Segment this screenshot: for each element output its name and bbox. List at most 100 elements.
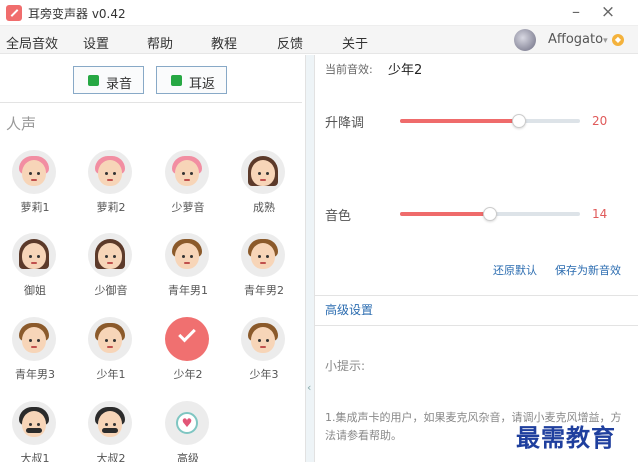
eye	[113, 423, 116, 426]
eye	[29, 172, 32, 175]
current-effect-value: 少年2	[388, 63, 423, 78]
voice-option[interactable]: 青年男3	[0, 317, 70, 387]
user-name[interactable]: Affogato▾	[548, 32, 608, 47]
voice-option-label: 少御音	[94, 284, 128, 297]
voice-option-label: 少年3	[249, 368, 279, 381]
eye	[37, 172, 40, 175]
man-avatar-icon	[165, 233, 209, 277]
face	[251, 327, 275, 353]
voice-option[interactable]: 青年男2	[229, 233, 299, 303]
face	[22, 160, 46, 186]
eye	[266, 255, 269, 258]
voice-option-label: 成熟	[253, 201, 275, 214]
mouth	[31, 179, 37, 181]
eye	[105, 172, 108, 175]
close-icon[interactable]: ×	[598, 2, 618, 22]
eye	[266, 339, 269, 342]
boy-avatar-icon	[241, 317, 285, 361]
menu-help[interactable]: 帮助	[147, 33, 173, 52]
voice-option[interactable]: 少年2	[153, 317, 223, 387]
menu-about[interactable]: 关于	[342, 33, 368, 52]
menu-global-effects[interactable]: 全局音效	[6, 33, 58, 52]
voice-option[interactable]: 萝莉2	[76, 150, 146, 220]
avatar[interactable]	[514, 29, 536, 51]
mouth	[107, 262, 113, 264]
eye	[113, 339, 116, 342]
effect-settings-panel: 当前音效: 少年2 升降调 20 音色 14 还原默认 保存为新音效 高级设置 …	[315, 55, 638, 462]
mouth	[184, 179, 190, 181]
record-button-label: 录音	[106, 77, 133, 92]
man-avatar-icon	[241, 233, 285, 277]
record-button[interactable]: 录音	[73, 66, 144, 94]
eye	[190, 255, 193, 258]
user-name-text: Affogato	[548, 32, 604, 47]
voice-option[interactable]: 御姐	[0, 233, 70, 303]
bearded-man-avatar-icon	[12, 401, 56, 445]
voice-option[interactable]: 青年男1	[153, 233, 223, 303]
face	[22, 327, 46, 353]
reset-default-button[interactable]: 还原默认	[493, 262, 537, 278]
eye	[37, 423, 40, 426]
voice-option[interactable]: 少年1	[76, 317, 146, 387]
monitor-indicator-icon	[171, 75, 182, 86]
menu-tutorial[interactable]: 教程	[211, 33, 237, 52]
vip-diamond-icon[interactable]: ◆	[612, 34, 624, 46]
eye	[105, 339, 108, 342]
voice-option-label: 青年男2	[244, 284, 284, 297]
save-as-new-effect-button[interactable]: 保存为新音效	[555, 262, 621, 278]
heart-symbol: ♥	[176, 412, 198, 434]
tip-title: 小提示:	[325, 359, 366, 373]
eye	[258, 339, 261, 342]
pitch-slider-handle[interactable]	[511, 114, 526, 128]
voice-option[interactable]: 少年3	[229, 317, 299, 387]
timbre-slider-handle[interactable]	[483, 207, 497, 221]
mouth	[31, 346, 37, 348]
voice-option-label: 少年2	[173, 368, 203, 381]
heart-icon: ♥	[165, 401, 209, 445]
eye	[258, 172, 261, 175]
face	[98, 160, 122, 186]
voice-option-label: 青年男3	[15, 368, 55, 381]
menu-settings[interactable]: 设置	[83, 33, 109, 52]
mouth	[31, 262, 37, 264]
voice-option-label: 御姐	[24, 284, 46, 297]
monitor-button[interactable]: 耳返	[156, 66, 227, 94]
voice-option[interactable]: 少萝音	[153, 150, 223, 220]
girl-avatar-icon	[165, 150, 209, 194]
menu-feedback[interactable]: 反馈	[277, 33, 303, 52]
eye	[258, 255, 261, 258]
mouth	[107, 346, 113, 348]
divider	[315, 325, 638, 326]
voice-option-label: 萝莉1	[20, 201, 50, 214]
advanced-settings-link[interactable]: 高级设置	[325, 301, 373, 318]
timbre-slider-fill	[400, 212, 490, 216]
pitch-slider[interactable]	[400, 114, 580, 128]
chevron-left-icon[interactable]: ‹	[307, 381, 311, 394]
pitch-slider-fill	[400, 119, 519, 123]
face	[175, 160, 199, 186]
eye	[29, 339, 32, 342]
voice-option[interactable]: ♥ 高级	[153, 401, 223, 462]
eye	[266, 172, 269, 175]
voice-option-label: 大叔1	[20, 452, 50, 462]
minimize-icon[interactable]: –	[566, 2, 586, 22]
pitch-value: 20	[592, 114, 608, 128]
voice-option[interactable]: 成熟	[229, 150, 299, 220]
title-bar: 耳旁变声器 v0.42 – ×	[0, 0, 638, 26]
pencil-app-icon	[6, 5, 22, 21]
eye	[182, 255, 185, 258]
voice-option[interactable]: 萝莉1	[0, 150, 70, 220]
voice-option[interactable]: 大叔1	[0, 401, 70, 462]
eye	[190, 172, 193, 175]
timbre-slider[interactable]	[400, 207, 580, 221]
face	[22, 411, 46, 437]
menu-bar: 全局音效 设置 帮助 教程 反馈 关于 Affogato▾ ◆	[0, 26, 638, 54]
woman-avatar-icon	[241, 150, 285, 194]
panel-splitter[interactable]: ‹	[305, 55, 315, 462]
voice-option[interactable]: 少御音	[76, 233, 146, 303]
face	[175, 243, 199, 269]
eye	[29, 423, 32, 426]
mouth	[260, 262, 266, 264]
voice-option[interactable]: 大叔2	[76, 401, 146, 462]
voice-option-label: 大叔2	[96, 452, 126, 462]
